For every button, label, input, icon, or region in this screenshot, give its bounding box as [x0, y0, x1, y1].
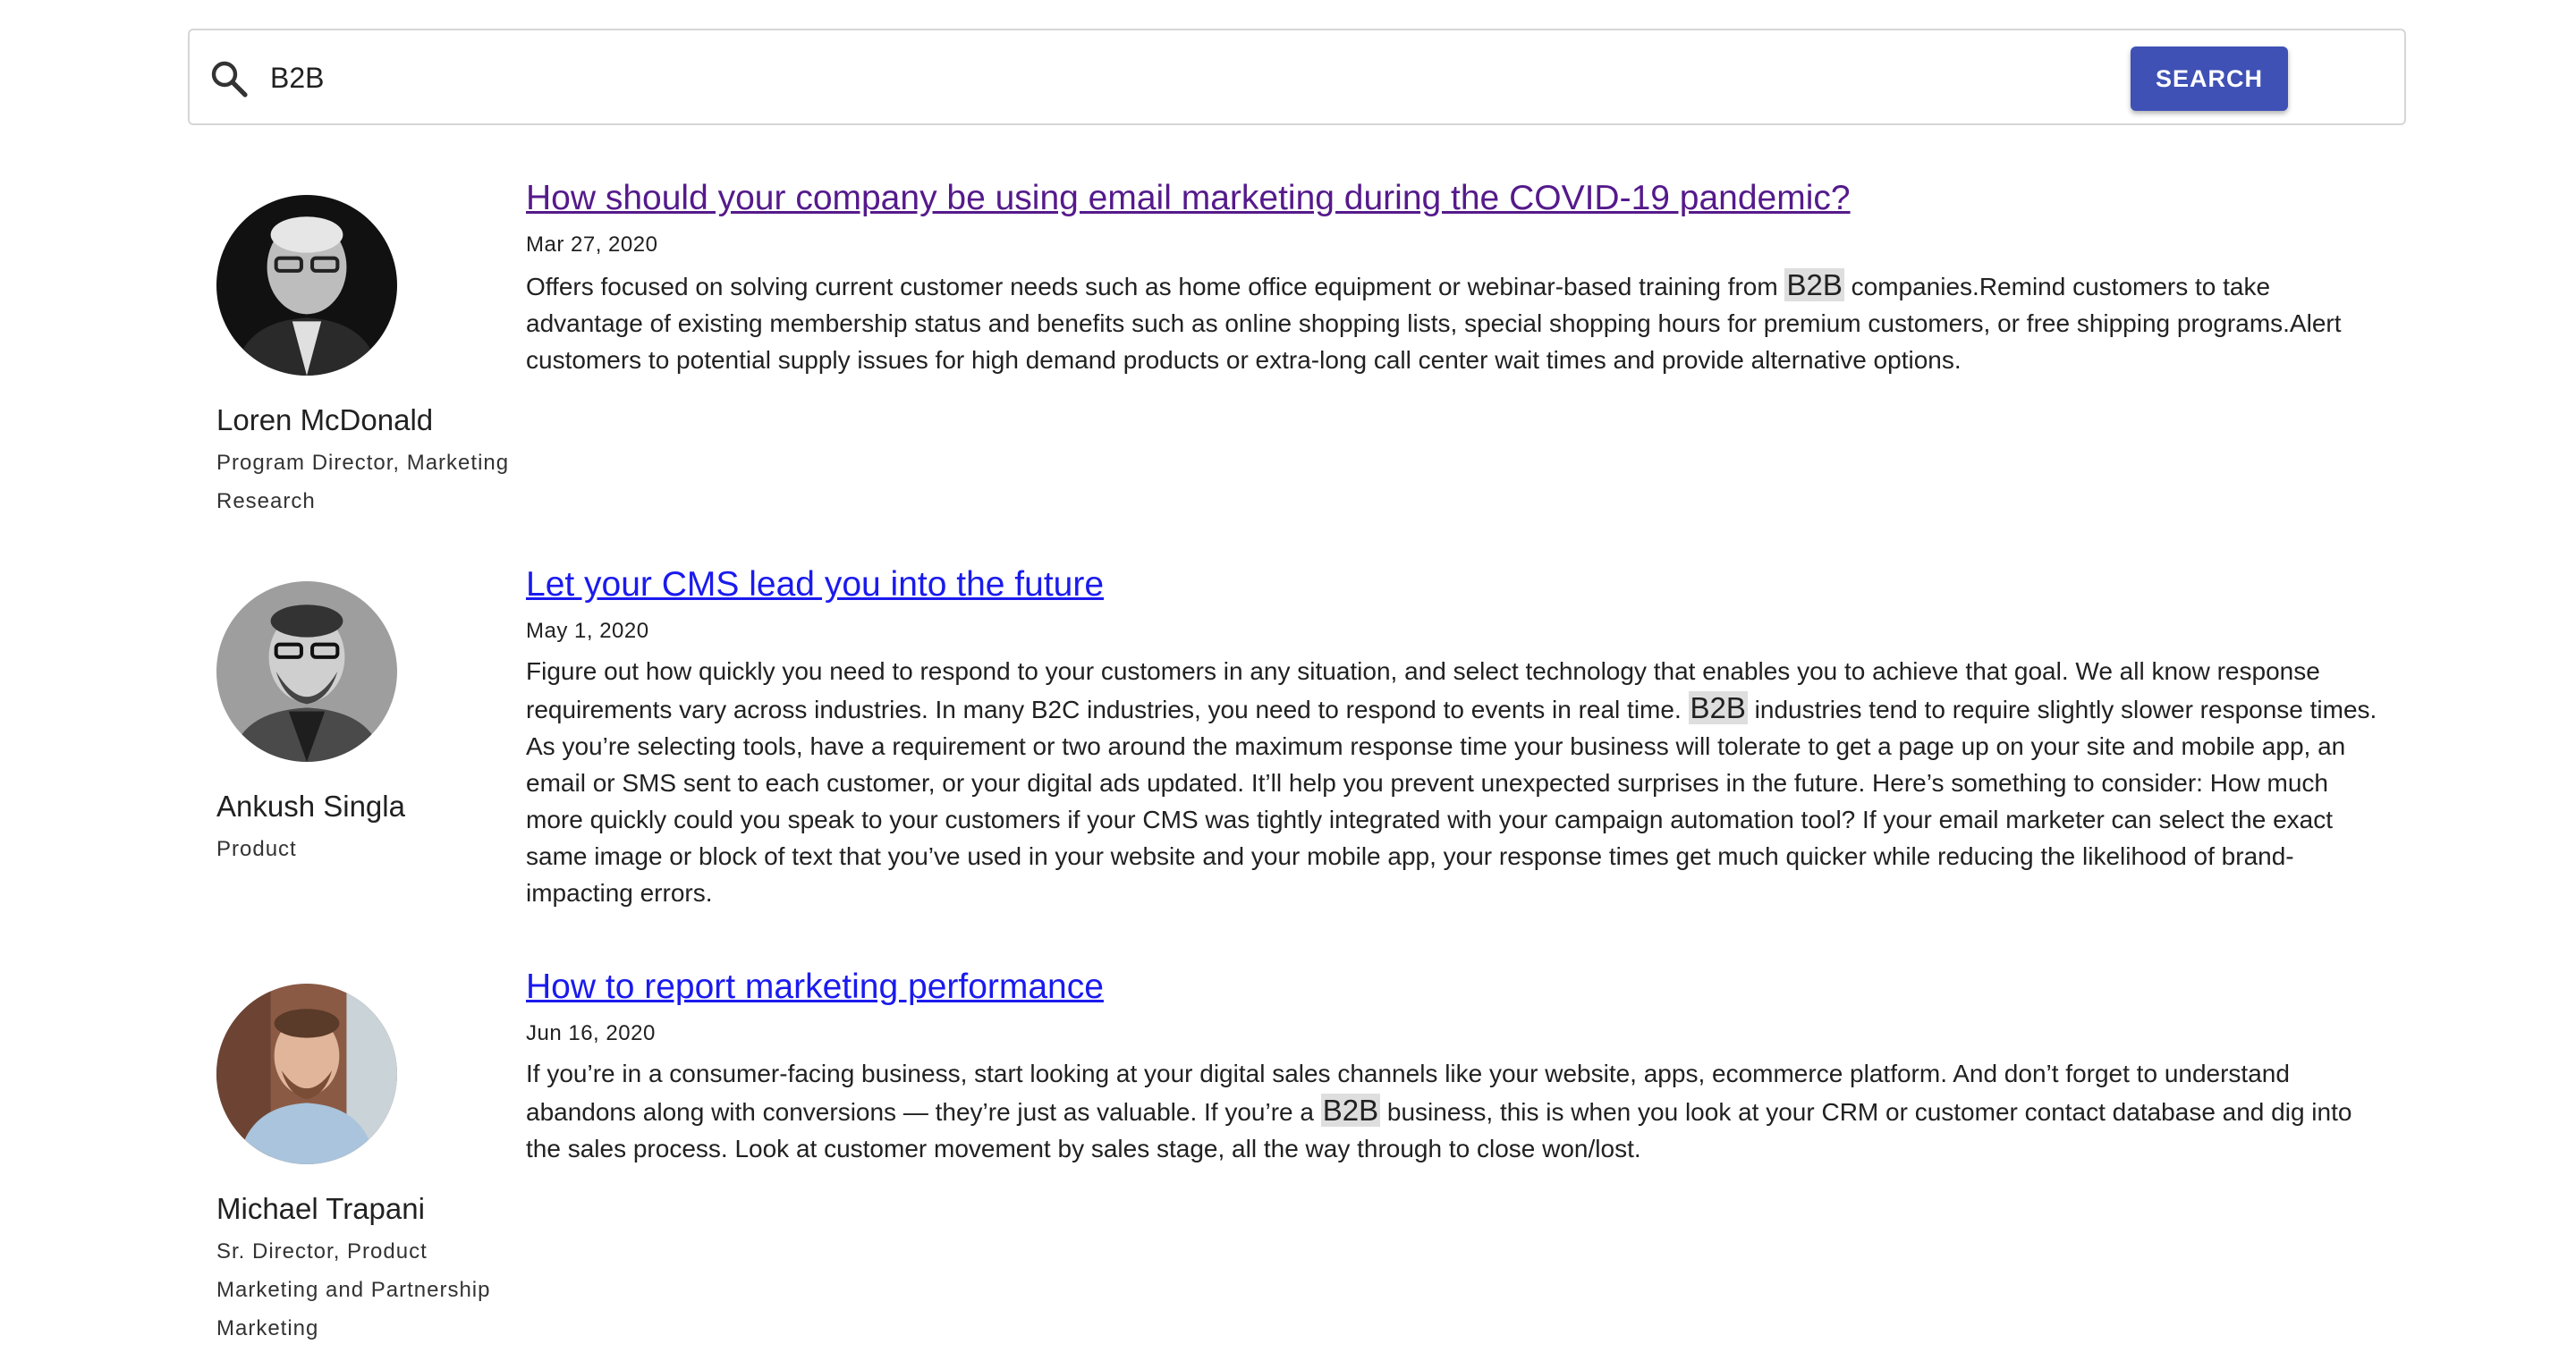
result-snippet: If you’re in a consumer-facing business,… [526, 1055, 2386, 1167]
result-title-link[interactable]: Let your CMS lead you into the future [526, 560, 2386, 610]
result-title-link[interactable]: How should your company be using email m… [526, 173, 2386, 224]
author-card: Ankush Singla Product [216, 581, 521, 868]
snippet-text: Offers focused on solving current custom… [526, 273, 1785, 300]
search-icon[interactable] [208, 57, 250, 100]
result-date: Mar 27, 2020 [526, 232, 658, 257]
result-content: Let your CMS lead you into the future Ma… [526, 560, 2386, 911]
search-highlight: B2B [1320, 1094, 1381, 1127]
author-card: Loren McDonald Program Director, Marketi… [216, 195, 521, 520]
author-role: Product [216, 837, 297, 861]
search-button[interactable]: SEARCH [2131, 46, 2288, 111]
search-bar: SEARCH [188, 29, 2406, 125]
result-date: May 1, 2020 [526, 619, 649, 643]
author-card: Michael Trapani Sr. Director, Product Ma… [216, 984, 521, 1348]
search-highlight: B2B [1784, 268, 1844, 301]
result-snippet: Offers focused on solving current custom… [526, 266, 2386, 378]
result-snippet: Figure out how quickly you need to respo… [526, 653, 2386, 911]
author-name: Michael Trapani [216, 1192, 425, 1225]
snippet-text: industries tend to require slightly slow… [526, 696, 2377, 907]
search-highlight: B2B [1688, 691, 1748, 724]
author-role: Sr. Director, Product Marketing and Part… [216, 1239, 491, 1340]
result-content: How should your company be using email m… [526, 173, 2386, 378]
result-content: How to report marketing performance Jun … [526, 962, 2386, 1167]
result-date: Jun 16, 2020 [526, 1021, 656, 1045]
author-role: Program Director, Marketing Research [216, 451, 510, 513]
author-name: Loren McDonald [216, 403, 434, 436]
avatar [216, 984, 397, 1164]
avatar [216, 581, 397, 762]
search-input[interactable] [270, 48, 2059, 107]
author-name: Ankush Singla [216, 790, 405, 823]
result-title-link[interactable]: How to report marketing performance [526, 962, 2386, 1012]
avatar [216, 195, 397, 376]
